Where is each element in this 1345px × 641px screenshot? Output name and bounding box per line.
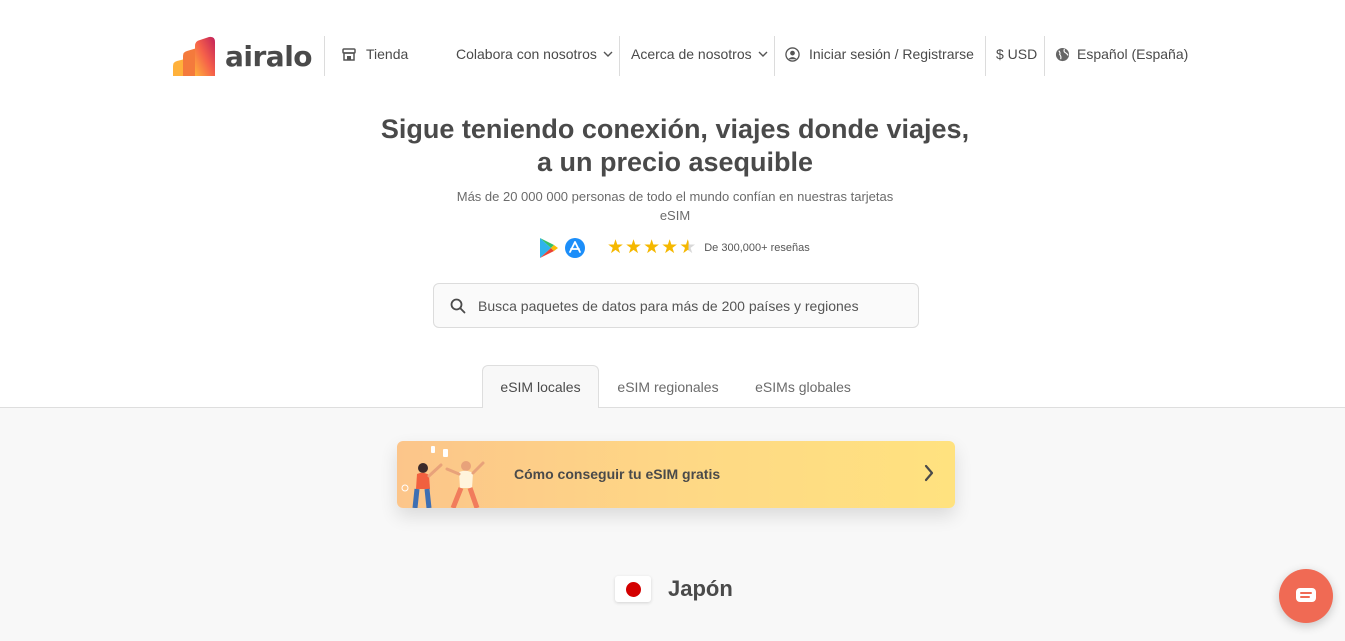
tab-global-esim[interactable]: eSIMs globales — [744, 365, 862, 408]
top-header: airalo Tienda Colabora con nosotros Acer… — [0, 0, 1345, 110]
brand-name: airalo — [225, 39, 313, 73]
rating-stars: ★ ★ ★ ★ ★ — [607, 238, 696, 258]
reviews-count: De 300,000+ reseñas — [704, 242, 810, 254]
nav-partner-dropdown[interactable]: Colabora con nosotros — [456, 46, 613, 62]
google-play-icon[interactable] — [539, 237, 559, 259]
country-name: Japón — [668, 576, 733, 601]
nav-divider — [985, 36, 986, 76]
tab-label: eSIM regionales — [617, 378, 719, 395]
chat-button[interactable] — [1279, 569, 1333, 623]
half-star-icon: ★ — [679, 237, 697, 258]
language-selector[interactable]: Español (España) — [1055, 46, 1188, 62]
nav-store-label: Tienda — [366, 46, 409, 62]
chat-icon — [1296, 588, 1316, 602]
tab-local-esim[interactable]: eSIM locales — [482, 365, 599, 408]
chevron-right-icon — [924, 464, 934, 482]
chevron-down-icon — [758, 51, 768, 57]
airalo-logo-icon — [173, 36, 215, 76]
tab-regional-esim[interactable]: eSIM regionales — [607, 365, 729, 408]
hero-title: Sigue teniendo conexión, viajes donde vi… — [380, 114, 970, 177]
user-icon — [785, 46, 800, 62]
search-box[interactable] — [433, 283, 919, 328]
search-input[interactable] — [478, 297, 898, 314]
nav-partner-label: Colabora con nosotros — [456, 46, 597, 62]
globe-icon — [1055, 47, 1070, 61]
star-icon: ★ — [661, 237, 679, 258]
nav-divider — [774, 36, 775, 76]
nav-divider — [619, 36, 620, 76]
banner-text: Cómo conseguir tu eSIM gratis — [514, 466, 721, 482]
app-store-icon[interactable] — [565, 238, 585, 258]
hero-subtitle: Más de 20 000 000 personas de todo el mu… — [456, 189, 894, 223]
ratings-row: ★ ★ ★ ★ ★ De 300,000+ reseñas — [539, 237, 810, 259]
language-label: Español (España) — [1077, 46, 1189, 62]
nav-about-dropdown[interactable]: Acerca de nosotros — [631, 46, 768, 62]
search-icon — [450, 298, 466, 313]
japan-flag-icon — [615, 576, 651, 602]
star-icon: ★ — [643, 237, 661, 258]
star-icon: ★ — [607, 237, 625, 258]
nav-login[interactable]: Iniciar sesión / Registrarse — [785, 46, 974, 62]
content-area: Cómo conseguir tu eSIM gratis Japón — [0, 408, 1345, 641]
nav-divider — [1044, 36, 1045, 76]
free-esim-banner[interactable]: Cómo conseguir tu eSIM gratis — [397, 441, 955, 508]
chevron-down-icon — [603, 51, 613, 57]
currency-selector[interactable]: $ USD — [996, 46, 1037, 62]
nav-store[interactable]: Tienda — [342, 46, 408, 62]
currency-label: $ USD — [996, 46, 1038, 62]
country-item-japan[interactable]: Japón — [615, 576, 733, 602]
header-divider — [324, 36, 325, 76]
star-icon: ★ — [625, 237, 643, 258]
people-celebrating-illustration — [401, 446, 485, 508]
nav-login-label: Iniciar sesión / Registrarse — [809, 46, 974, 62]
tab-label: eSIMs globales — [755, 378, 851, 395]
nav-about-label: Acerca de nosotros — [631, 46, 752, 62]
airalo-logo[interactable]: airalo — [171, 36, 313, 76]
store-icon — [342, 48, 356, 61]
tab-label: eSIM locales — [500, 379, 581, 395]
